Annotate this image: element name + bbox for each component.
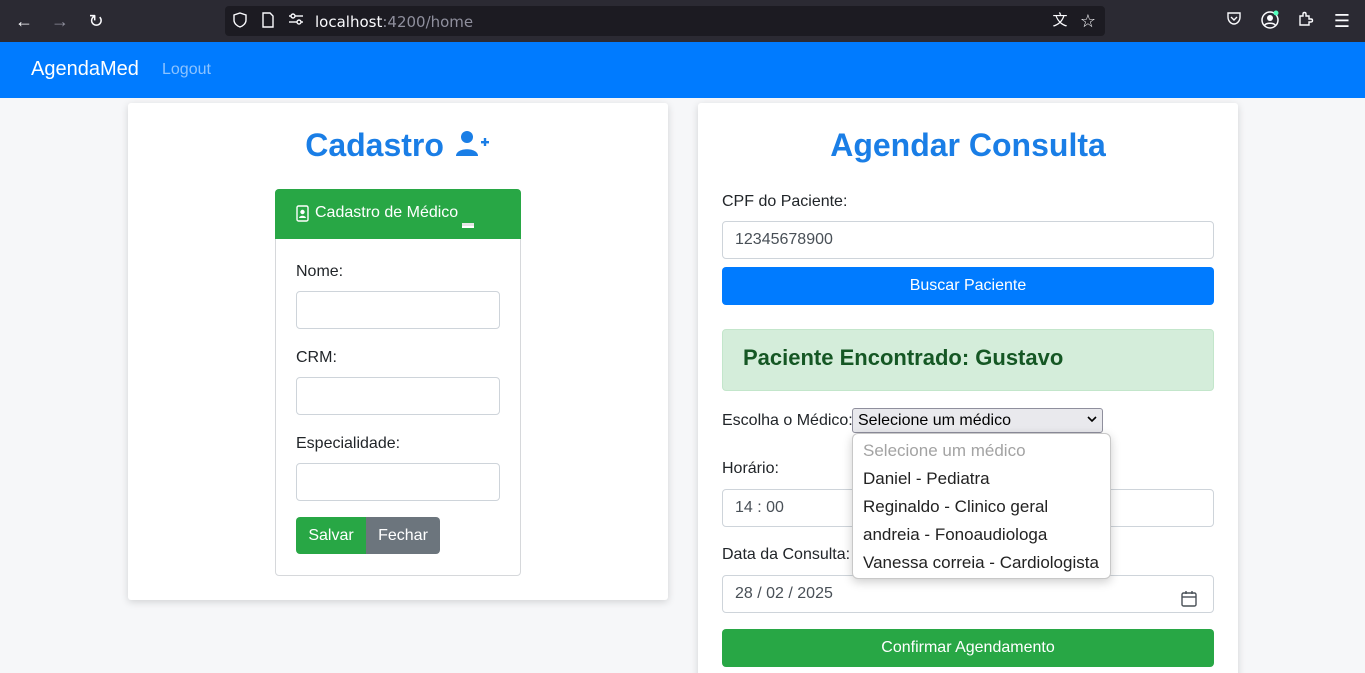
medico-select[interactable]: Selecione um médico bbox=[852, 408, 1103, 433]
crm-label: CRM: bbox=[296, 349, 337, 366]
horario-hour[interactable]: 14 bbox=[735, 499, 753, 516]
dropdown-option[interactable]: Reginaldo - Clinico geral bbox=[863, 497, 1048, 517]
data-label: Data da Consulta: bbox=[722, 546, 851, 563]
dropdown-option[interactable]: Daniel - Pediatra bbox=[863, 469, 990, 489]
date-year[interactable]: 2025 bbox=[797, 585, 833, 602]
url-text[interactable]: localhost:4200/home bbox=[315, 13, 473, 31]
medico-label: Escolha o Médico: bbox=[722, 412, 853, 429]
date-day[interactable]: 28 bbox=[735, 585, 753, 602]
dropdown-option[interactable]: andreia - Fonoaudiologa bbox=[863, 525, 1047, 545]
back-icon[interactable]: ← bbox=[12, 9, 36, 33]
shield-icon[interactable] bbox=[231, 12, 249, 30]
pocket-icon[interactable] bbox=[1223, 10, 1245, 32]
horario-minute[interactable]: 00 bbox=[766, 499, 784, 516]
chevron-down-icon bbox=[1086, 411, 1098, 430]
app-navbar: AgendaMed Logout bbox=[0, 42, 1365, 98]
permissions-icon[interactable] bbox=[287, 12, 305, 30]
agendar-title: Agendar Consulta bbox=[830, 127, 1106, 163]
calendar-icon[interactable] bbox=[1181, 585, 1197, 621]
fechar-button[interactable]: Fechar bbox=[366, 517, 440, 554]
medico-dropdown-list: Selecione um médico Daniel - Pediatra Re… bbox=[852, 433, 1111, 579]
reload-icon[interactable]: ↻ bbox=[84, 9, 108, 33]
crm-input[interactable] bbox=[296, 377, 500, 415]
bookmark-star-icon[interactable]: ☆ bbox=[1079, 12, 1097, 30]
data-input[interactable]: 28 / 02 / 2025 bbox=[722, 575, 1214, 613]
cadastro-title-text: Cadastro bbox=[305, 127, 444, 163]
agendar-card: Agendar Consulta CPF do Paciente: 123456… bbox=[698, 103, 1238, 673]
medico-form-header: Cadastro de Médico bbox=[275, 189, 521, 239]
user-plus-icon bbox=[455, 129, 491, 167]
salvar-button[interactable]: Salvar bbox=[296, 517, 366, 554]
page-icon bbox=[259, 12, 277, 30]
especialidade-input[interactable] bbox=[296, 463, 500, 501]
menu-icon[interactable]: ☰ bbox=[1331, 10, 1353, 32]
dropdown-option[interactable]: Selecione um médico bbox=[863, 441, 1026, 461]
cpf-label: CPF do Paciente: bbox=[722, 193, 848, 210]
date-sep-2: / bbox=[783, 585, 798, 602]
buscar-paciente-button[interactable]: Buscar Paciente bbox=[722, 267, 1214, 305]
confirmar-agendamento-button[interactable]: Confirmar Agendamento bbox=[722, 629, 1214, 667]
url-host: localhost bbox=[315, 13, 383, 31]
date-sep-1: / bbox=[752, 585, 767, 602]
forward-icon[interactable]: → bbox=[48, 9, 72, 33]
nome-label: Nome: bbox=[296, 263, 344, 280]
nome-input[interactable] bbox=[296, 291, 500, 329]
date-month[interactable]: 02 bbox=[766, 585, 784, 602]
medico-form-title: Cadastro de Médico bbox=[315, 204, 459, 221]
account-icon[interactable] bbox=[1259, 10, 1281, 32]
paciente-encontrado-alert: Paciente Encontrado: Gustavo bbox=[722, 329, 1214, 391]
cpf-input[interactable]: 12345678900 bbox=[722, 221, 1214, 259]
medico-form: Cadastro de Médico Nome: CRM: Especialid… bbox=[275, 189, 521, 576]
logout-link[interactable]: Logout bbox=[162, 61, 211, 79]
horario-label: Horário: bbox=[722, 460, 779, 477]
paciente-encontrado-text: Paciente Encontrado: Gustavo bbox=[743, 345, 1064, 370]
especialidade-label: Especialidade: bbox=[296, 435, 401, 452]
cadastro-title: Cadastro bbox=[128, 127, 668, 167]
medico-select-value: Selecione um médico bbox=[858, 412, 1011, 429]
url-bar[interactable]: localhost:4200/home 文 ☆ bbox=[225, 6, 1105, 36]
dropdown-option[interactable]: Vanessa correia - Cardiologista bbox=[863, 553, 1099, 573]
brand-link[interactable]: AgendaMed bbox=[31, 58, 139, 81]
url-path: :4200/home bbox=[382, 13, 474, 31]
bed-icon bbox=[462, 215, 474, 233]
time-separator: : bbox=[752, 499, 767, 516]
id-badge-icon bbox=[296, 205, 309, 227]
extensions-icon[interactable] bbox=[1295, 10, 1317, 32]
translate-icon[interactable]: 文 bbox=[1051, 12, 1069, 30]
cadastro-card: Cadastro Cadastro de Médico Nome: CRM: E… bbox=[128, 103, 668, 600]
browser-toolbar: ← → ↻ localhost:4200/home 文 ☆ ☰ bbox=[0, 0, 1365, 42]
